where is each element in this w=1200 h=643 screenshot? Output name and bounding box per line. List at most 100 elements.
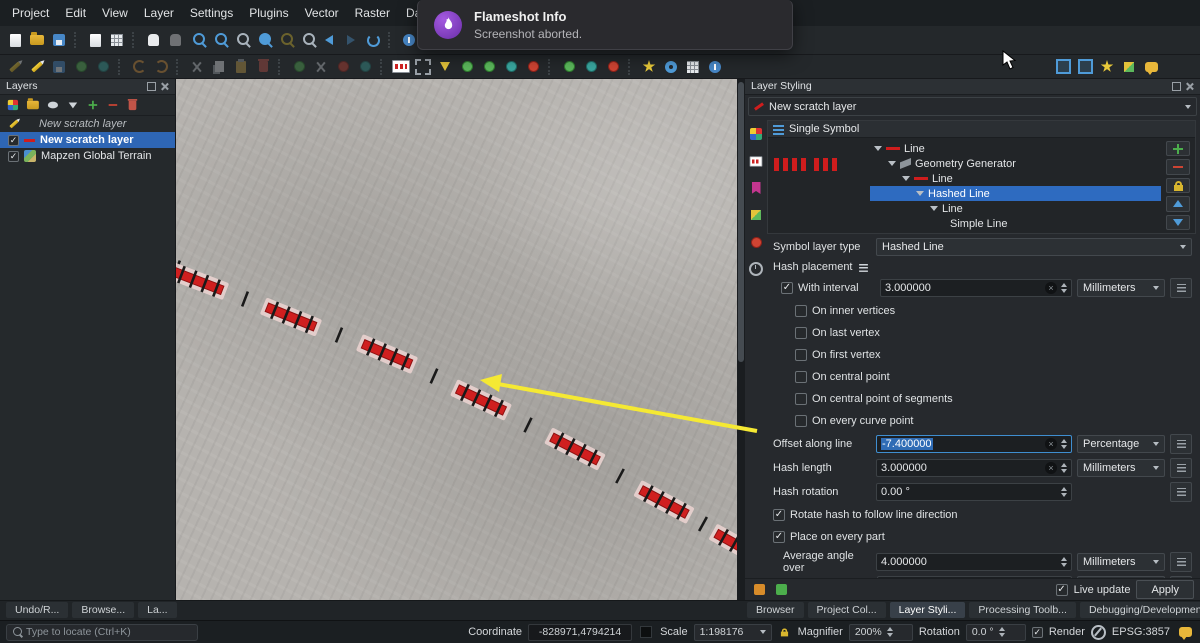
- tab-debugging-development[interactable]: Debugging/Development To...: [1079, 602, 1200, 618]
- add-part-icon[interactable]: [500, 57, 522, 77]
- menu-vector[interactable]: Vector: [297, 1, 347, 25]
- expand-icon[interactable]: [874, 146, 882, 151]
- menu-project[interactable]: Project: [4, 1, 57, 25]
- expand-icon[interactable]: [888, 161, 896, 166]
- tab-layers[interactable]: La...: [138, 602, 177, 618]
- expand-icon[interactable]: [930, 206, 938, 211]
- manage-map-themes-icon[interactable]: [45, 98, 59, 112]
- tab-browser[interactable]: Browser: [747, 602, 804, 618]
- on-every-curve-point-checkbox[interactable]: [795, 415, 807, 427]
- float-panel-icon[interactable]: [147, 81, 156, 91]
- layer-item-scratch-edit-indicator[interactable]: New scratch layer: [0, 116, 175, 132]
- on-central-point-of-segments-checkbox[interactable]: [795, 393, 807, 405]
- average-angle-input[interactable]: 4.000000: [876, 553, 1072, 571]
- menu-layer[interactable]: Layer: [136, 1, 182, 25]
- layer-item-mapzen-global-terrain[interactable]: ✓ Mapzen Global Terrain: [0, 148, 175, 164]
- menu-raster[interactable]: Raster: [347, 1, 398, 25]
- on-central-point-checkbox[interactable]: [795, 371, 807, 383]
- hash-length-input[interactable]: 3.000000 ×: [876, 459, 1072, 477]
- lock-scale-icon[interactable]: [778, 622, 792, 642]
- live-update-checkbox[interactable]: ✓: [1055, 583, 1068, 596]
- toggle-editing-icon[interactable]: [26, 57, 48, 77]
- delete-ring-icon[interactable]: [522, 57, 544, 77]
- magnifier-spinner[interactable]: 200%: [848, 623, 913, 641]
- redo-icon[interactable]: [150, 57, 172, 77]
- offset-unit-select[interactable]: Percentage: [1077, 435, 1165, 453]
- data-defined-override-button[interactable]: [1170, 552, 1192, 572]
- vertex-tool-icon[interactable]: [92, 57, 114, 77]
- styling-layer-select[interactable]: New scratch layer: [748, 97, 1197, 116]
- simplify-feature-icon[interactable]: [602, 57, 624, 77]
- select-by-expression-icon[interactable]: [434, 57, 456, 77]
- pan-map-icon[interactable]: [142, 30, 164, 50]
- scale-select[interactable]: 1:198176: [693, 623, 772, 641]
- close-panel-icon[interactable]: [1185, 82, 1194, 91]
- clear-value-icon[interactable]: ×: [1045, 438, 1057, 450]
- close-panel-icon[interactable]: [160, 82, 169, 91]
- average-angle-unit-select[interactable]: Millimeters: [1077, 553, 1165, 571]
- rotation-spinner[interactable]: 0.0 °: [965, 623, 1026, 641]
- tree-item-line[interactable]: Line: [870, 141, 1161, 156]
- tree-item-simple-line[interactable]: Simple Line: [870, 216, 1161, 231]
- cut-features-icon[interactable]: [186, 57, 208, 77]
- map-canvas[interactable]: [175, 78, 737, 600]
- flameshot-notification[interactable]: Flameshot Info Screenshot aborted.: [417, 0, 793, 50]
- diagrams-tab-icon[interactable]: [748, 234, 764, 250]
- save-edits-icon[interactable]: [48, 57, 70, 77]
- zoom-in-icon[interactable]: [186, 30, 208, 50]
- filter-legend-icon[interactable]: [65, 98, 79, 112]
- move-down-icon[interactable]: [1166, 214, 1190, 231]
- rotate-hash-checkbox[interactable]: ✓: [773, 509, 785, 521]
- layer-labeling-icon[interactable]: [390, 57, 412, 77]
- expand-all-icon[interactable]: [85, 98, 99, 112]
- fill-ring-icon[interactable]: [478, 57, 500, 77]
- hash-length-unit-select[interactable]: Millimeters: [1077, 459, 1165, 477]
- add-symbol-layer-icon[interactable]: [1166, 141, 1190, 157]
- log-messages-icon[interactable]: [1140, 57, 1162, 77]
- tab-undo-redo[interactable]: Undo/R...: [6, 602, 69, 618]
- tree-item-geometry-generator[interactable]: Geometry Generator: [870, 156, 1161, 171]
- float-panel-icon[interactable]: [1172, 81, 1181, 91]
- zoom-native-icon[interactable]: [230, 30, 252, 50]
- tab-browser-left[interactable]: Browse...: [72, 602, 135, 618]
- add-group-icon[interactable]: [25, 98, 39, 112]
- menu-settings[interactable]: Settings: [182, 1, 241, 25]
- spinner[interactable]: [1061, 283, 1067, 293]
- style-undo-icon[interactable]: [751, 582, 767, 597]
- menu-edit[interactable]: Edit: [57, 1, 94, 25]
- lock-color-icon[interactable]: [1166, 177, 1190, 194]
- menu-plugins[interactable]: Plugins: [241, 1, 296, 25]
- current-edits-icon[interactable]: [4, 57, 26, 77]
- offset-along-line-input[interactable]: -7.400000 ×: [876, 435, 1072, 453]
- on-first-vertex-checkbox[interactable]: [795, 349, 807, 361]
- labels-tab-icon[interactable]: [748, 153, 764, 169]
- undo-icon[interactable]: [128, 57, 150, 77]
- data-defined-override-button[interactable]: [1170, 278, 1192, 298]
- messages-icon[interactable]: [1176, 622, 1194, 642]
- expand-icon[interactable]: [902, 176, 910, 181]
- apply-button[interactable]: Apply: [1136, 580, 1194, 599]
- pan-to-selection-icon[interactable]: [164, 30, 186, 50]
- place-on-every-part-checkbox[interactable]: ✓: [773, 531, 785, 543]
- spinner[interactable]: [1061, 439, 1067, 449]
- spinner[interactable]: [1061, 557, 1067, 567]
- symbology-tab-icon[interactable]: [748, 126, 764, 142]
- zoom-next-icon[interactable]: [340, 30, 362, 50]
- select-by-polygon-icon[interactable]: [1074, 57, 1096, 77]
- zoom-to-layer-icon[interactable]: [296, 30, 318, 50]
- styling-panel-scrollbar[interactable]: [737, 78, 745, 600]
- crs-value[interactable]: EPSG:3857: [1112, 626, 1170, 638]
- coordinate-value[interactable]: -828971,4794214: [528, 623, 633, 641]
- tree-item-line-2[interactable]: Line: [870, 171, 1161, 186]
- menu-view[interactable]: View: [94, 1, 136, 25]
- move-feature-icon[interactable]: [288, 57, 310, 77]
- layer-visibility-checkbox[interactable]: ✓: [8, 134, 19, 146]
- data-defined-override-button[interactable]: [1170, 482, 1192, 502]
- split-features-icon[interactable]: [310, 57, 332, 77]
- on-inner-vertices-checkbox[interactable]: [795, 305, 807, 317]
- layout-manager-icon[interactable]: [106, 30, 128, 50]
- copy-features-icon[interactable]: [208, 57, 230, 77]
- zoom-out-icon[interactable]: [208, 30, 230, 50]
- zoom-to-selection-icon[interactable]: [274, 30, 296, 50]
- add-ring-icon[interactable]: [456, 57, 478, 77]
